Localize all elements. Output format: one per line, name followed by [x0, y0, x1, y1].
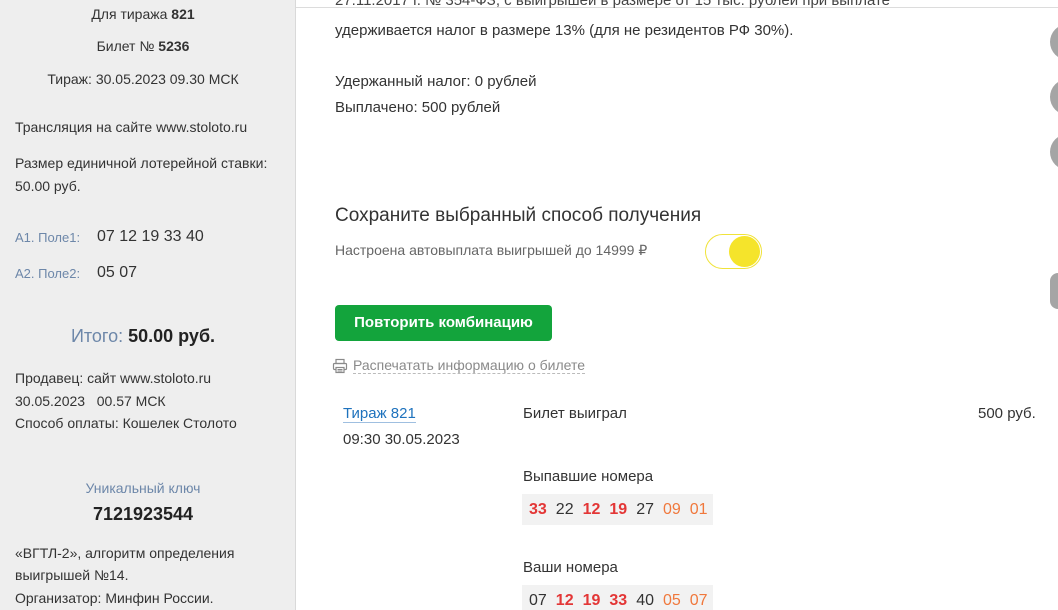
sale-datetime: 30.05.2023 00.57 МСК [15, 393, 166, 409]
tax-line: удерживается налог в размере 13% (для не… [335, 22, 794, 39]
draw-link[interactable]: Тираж 821 [343, 405, 416, 423]
print-ticket-link[interactable]: Распечатать информацию о билете [353, 357, 585, 374]
lottery-number: 33 [529, 500, 547, 518]
ticket-number-line: Билет № 5236 [0, 38, 286, 54]
side-action-button[interactable] [1050, 79, 1058, 115]
tax-cut-text: 27.11.2017 г. № 354-ФЗ, с выигрышей в ра… [335, 0, 891, 9]
drawn-numbers-label: Выпавшие номера [523, 468, 654, 485]
bet-size-label: Размер единичной лотерейной ставки: [15, 155, 268, 171]
unique-key-value: 7121923544 [92, 504, 194, 524]
lottery-number: 33 [609, 591, 628, 609]
payment-method: Способ оплаты: Кошелек Столото [15, 415, 237, 431]
bet-size-value: 50.00 руб. [15, 178, 81, 194]
draw-time: 09:30 30.05.2023 [343, 431, 460, 448]
autopay-text: Настроена автовыплата выигрышей до 14999… [335, 242, 648, 258]
side-action-button[interactable] [1050, 134, 1058, 170]
lottery-number: 12 [555, 591, 574, 609]
draw-for-line: Для тиража 821 [0, 6, 286, 22]
autopay-toggle[interactable] [705, 234, 762, 269]
total-line: Итого: 50.00 руб. [0, 326, 286, 347]
organizer-text: Организатор: Минфин России. [15, 590, 214, 606]
printer-icon [332, 358, 348, 373]
field1-label: А1. Поле1: [15, 230, 81, 245]
withheld-tax: Удержанный налог: 0 рублей [335, 73, 537, 90]
lottery-number: 40 [636, 591, 654, 609]
field1-numbers: 07 12 19 33 40 [97, 228, 204, 245]
tax-cut-line: 27.11.2017 г. № 354-ФЗ, с выигрышей в ра… [335, 0, 1015, 10]
unique-key-label: Уникальный ключ [85, 480, 201, 496]
your-numbers-label: Ваши номера [523, 559, 618, 576]
algorithm-line1: «ВГТЛ-2», алгоритм определения [15, 545, 235, 561]
lottery-number: 19 [582, 591, 601, 609]
algorithm-line2: выигрышей №14. [15, 567, 129, 583]
ticket-prefix: Билет № [96, 38, 155, 54]
ticket-number: 5236 [158, 38, 190, 54]
lottery-number: 22 [555, 500, 574, 518]
draw-datetime: Тираж: 30.05.2023 09.30 МСК [47, 71, 239, 87]
seller-text: Продавец: сайт www.stoloto.ru [15, 370, 212, 386]
print-row[interactable]: Распечатать информацию о билете [332, 357, 585, 374]
lottery-number: 12 [582, 500, 601, 518]
lottery-number: 19 [609, 500, 628, 518]
broadcast-text: Трансляция на сайте www.stoloto.ru [15, 119, 248, 135]
side-action-button[interactable] [1050, 24, 1058, 60]
ticket-panel: Для тиража 821 Билет № 5236 Тираж: 30.05… [0, 0, 296, 610]
lottery-number: 27 [636, 500, 654, 518]
total-label: Итого: [70, 326, 124, 346]
draw-for-prefix: Для тиража [91, 6, 168, 22]
lottery-number: 01 [689, 500, 708, 518]
draw-for-number: 821 [171, 6, 195, 22]
side-tab-button[interactable] [1050, 273, 1058, 309]
field2-label: А2. Поле2: [15, 266, 81, 281]
ticket-status: Билет выиграл [523, 405, 627, 422]
your-numbers-row: 07 12 19 33 40 05 07 [522, 585, 713, 610]
lottery-number: 07 [689, 591, 708, 609]
draw-link-wrap: Тираж 821 [343, 405, 416, 423]
total-value: 50.00 руб. [128, 326, 216, 346]
field2-numbers: 05 07 [97, 264, 138, 281]
drawn-numbers-row: 33 22 12 19 27 09 01 [522, 494, 713, 525]
toggle-knob [729, 236, 760, 267]
lottery-number: 09 [662, 500, 681, 518]
repeat-combination-button[interactable]: Повторить комбинацию [335, 305, 552, 341]
save-method-title: Сохраните выбранный способ получения [335, 205, 702, 226]
prize-amount: 500 руб. [978, 405, 1036, 422]
lottery-number: 05 [662, 591, 681, 609]
paid-amount: Выплачено: 500 рублей [335, 99, 501, 116]
lottery-number: 07 [529, 591, 547, 609]
